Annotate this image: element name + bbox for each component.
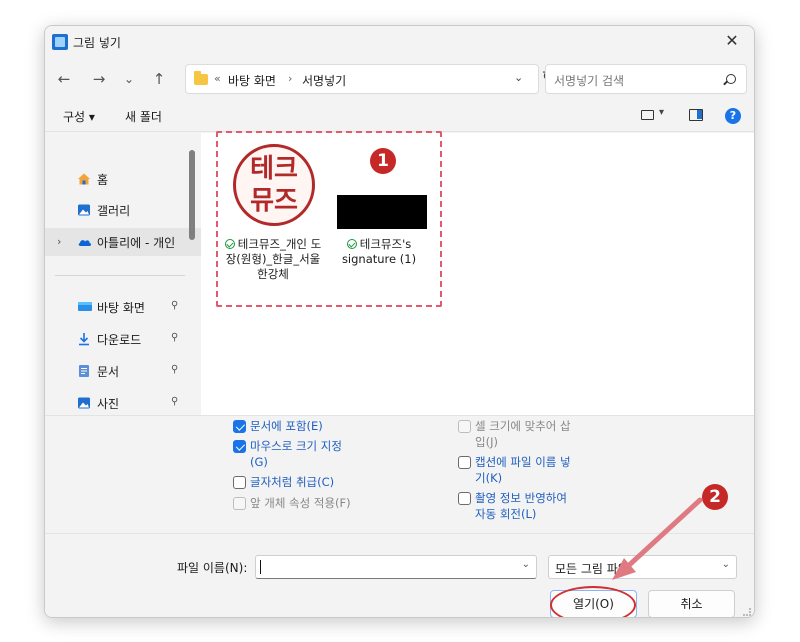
- annotation-arrow: [612, 497, 703, 580]
